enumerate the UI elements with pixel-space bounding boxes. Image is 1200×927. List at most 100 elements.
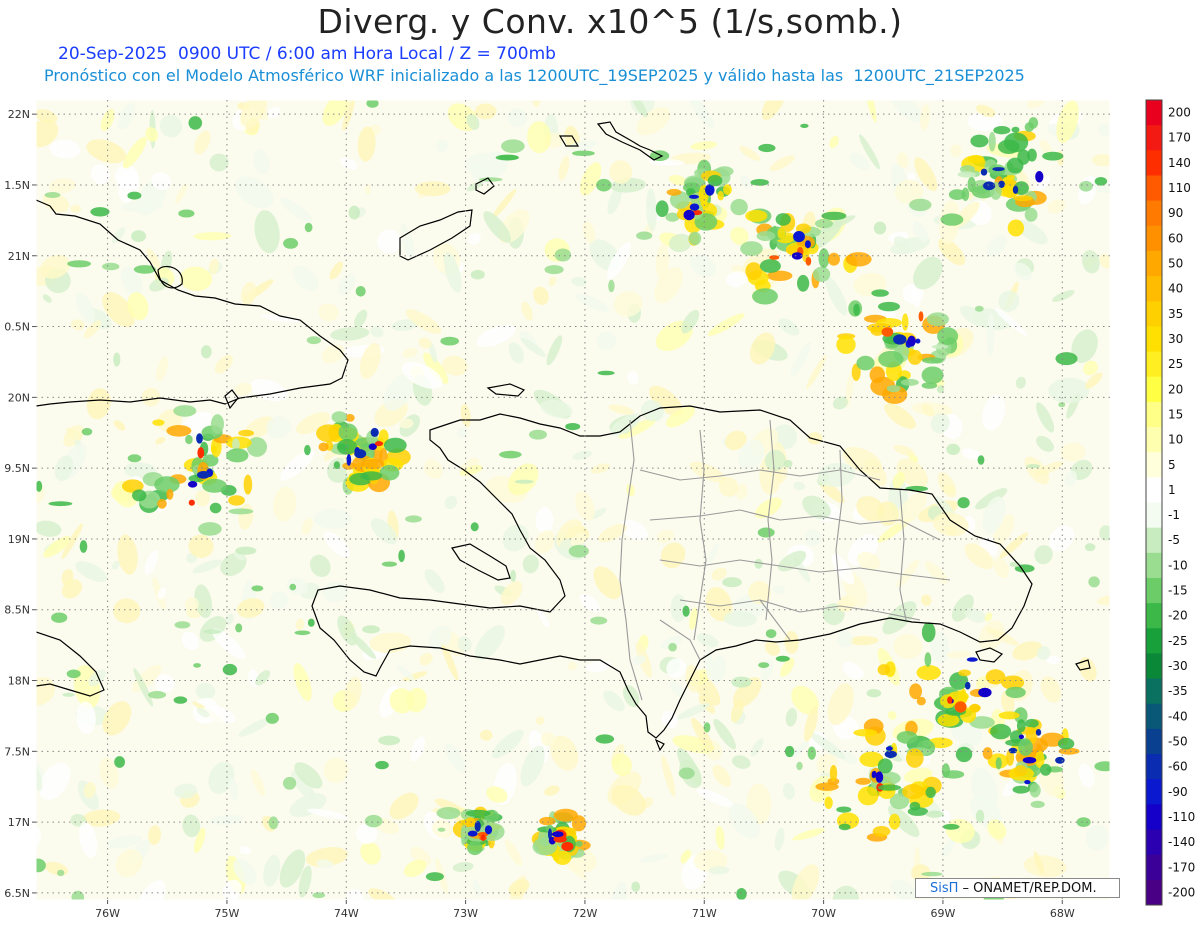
colorbar-swatch [1146,376,1162,403]
field-blob [90,207,110,217]
field-blob [936,340,952,357]
field-blob [886,745,895,759]
field-blob [575,491,595,521]
field-blob [507,108,527,128]
field-blob [911,402,953,417]
field-blob [756,223,774,237]
field-blob [689,192,703,206]
field-blob [192,465,203,475]
field-blob [984,722,1012,743]
field-blob [809,775,834,803]
field-blob [930,413,950,434]
field-blob [569,827,577,836]
colorbar-label: -20 [1168,609,1188,623]
field-blob [894,179,924,205]
field-blob [732,676,762,708]
field-blob [681,854,708,890]
field-blob [773,585,786,594]
field-blob [102,262,120,271]
field-blob [731,264,745,275]
field-blob [976,104,996,118]
field-blob [132,489,147,502]
field-blob [630,100,655,115]
field-blob [690,204,696,211]
field-blob [951,594,974,622]
field-blob [1070,459,1093,480]
field-blob [1005,197,1032,212]
field-blob [1008,766,1034,781]
field-blob [197,471,210,479]
field-blob [498,154,519,161]
field-blob [901,313,909,331]
field-blob [943,337,958,354]
field-blob [391,319,418,331]
field-blob [475,826,485,835]
colorbar: 200 170 140 110 90 60 50 40 35 30 25 20 15 10 5 1 -1 -5 -1… [1145,99,1195,906]
field-blob [811,270,820,289]
field-blob [921,366,944,384]
field-blob [724,430,747,451]
field-blob [590,616,608,625]
field-blob [228,508,254,515]
field-blob [565,423,581,431]
field-blob [368,888,398,900]
field-blob [199,441,209,457]
field-blob [668,642,677,652]
field-blob [183,458,209,473]
field-blob [70,814,87,827]
field-blob [493,763,517,805]
field-blob [1083,258,1095,267]
field-blob [186,552,197,564]
field-blob [848,300,863,317]
field-blob [1025,726,1038,745]
colorbar-swatch [1146,577,1162,604]
field-blob [514,479,534,484]
field-blob [868,766,881,778]
field-blob [537,826,557,833]
field-blob [869,770,879,782]
bahamas-island [475,177,495,195]
field-blob [474,103,497,120]
field-blob [924,652,932,667]
field-blob [938,331,964,357]
field-blob [972,179,991,194]
field-blob [248,669,260,688]
field-blob [876,318,902,328]
field-blob [345,448,355,456]
field-blob [211,437,222,458]
field-blob [295,412,331,435]
field-blob [611,744,625,766]
field-blob [174,621,191,629]
field-blob [345,473,371,492]
chart-title: Diverg. y Conv. x10^5 (1/s,somb.) [317,2,903,41]
field-blob [544,828,561,847]
field-blob [1036,646,1051,660]
field-blob [922,740,931,748]
field-blob [1015,258,1035,276]
field-blob [396,664,415,681]
field-blob [590,463,610,474]
field-blob [731,755,751,769]
field-blob [500,580,523,606]
field-blob [209,258,219,275]
field-layer [36,100,1110,900]
field-blob [358,442,375,463]
field-blob [195,682,216,700]
field-blob [889,793,910,810]
field-blob [337,427,359,445]
field-blob [978,620,1005,651]
field-blob [444,495,458,510]
field-blob [194,584,213,619]
field-blob [368,466,380,485]
field-blob [885,661,896,677]
field-blob [423,352,449,385]
field-blob [544,785,560,796]
field-blob [595,734,615,744]
field-blob [470,844,485,853]
field-blob [579,162,602,196]
field-blob [639,853,669,863]
field-blob [566,862,587,880]
field-blob [884,336,900,349]
field-blob [998,127,1019,158]
field-blob [842,446,882,474]
